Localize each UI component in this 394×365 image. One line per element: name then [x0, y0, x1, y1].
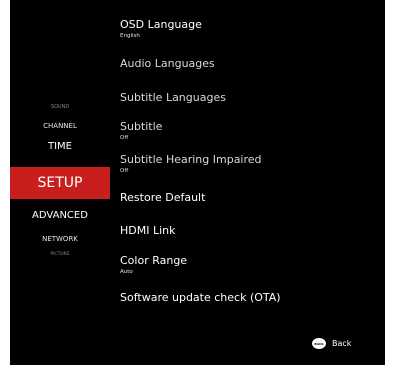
category-channel[interactable]: CHANNEL [10, 122, 110, 130]
option-label: Subtitle Hearing Impaired [120, 153, 262, 166]
category-time[interactable]: TIME [10, 141, 110, 152]
option-value: Off [120, 135, 129, 141]
category-menu: SOUND CHANNEL TIME SETUP ADVANCED NETWOR… [10, 0, 110, 365]
category-advanced[interactable]: ADVANCED [10, 210, 110, 221]
option-value: English [120, 33, 140, 39]
option-osd-language[interactable]: OSD Language English [120, 18, 375, 40]
category-setup-selected[interactable]: SETUP [10, 167, 110, 199]
option-label: Subtitle Languages [120, 91, 226, 104]
option-color-range[interactable]: Color Range Auto [120, 254, 375, 276]
option-audio-languages[interactable]: Audio Languages [120, 57, 375, 70]
option-label: Software update check (OTA) [120, 291, 281, 304]
option-label: Restore Default [120, 191, 206, 204]
option-value: Auto [120, 269, 133, 275]
option-value: Off [120, 168, 129, 174]
option-software-update[interactable]: Software update check (OTA) [120, 291, 375, 304]
category-network[interactable]: NETWORK [10, 235, 110, 243]
option-label: Color Range [120, 254, 188, 267]
back-label: Back [332, 339, 352, 348]
back-remote-key-icon: BACK [312, 338, 326, 349]
category-picture[interactable]: PICTURE [10, 252, 110, 257]
category-sound[interactable]: SOUND [10, 104, 110, 110]
back-button[interactable]: BACK Back [312, 338, 351, 349]
option-subtitle-hearing-impaired[interactable]: Subtitle Hearing Impaired Off [120, 153, 375, 175]
option-subtitle[interactable]: Subtitle Off [120, 120, 375, 142]
option-restore-default[interactable]: Restore Default [120, 191, 375, 204]
option-label: Audio Languages [120, 57, 215, 70]
tv-menu-screen: SOUND CHANNEL TIME SETUP ADVANCED NETWOR… [10, 0, 385, 365]
option-label: HDMI Link [120, 224, 176, 237]
option-subtitle-languages[interactable]: Subtitle Languages [120, 91, 375, 104]
option-label: Subtitle [120, 120, 163, 133]
option-hdmi-link[interactable]: HDMI Link [120, 224, 375, 237]
option-label: OSD Language [120, 18, 202, 31]
